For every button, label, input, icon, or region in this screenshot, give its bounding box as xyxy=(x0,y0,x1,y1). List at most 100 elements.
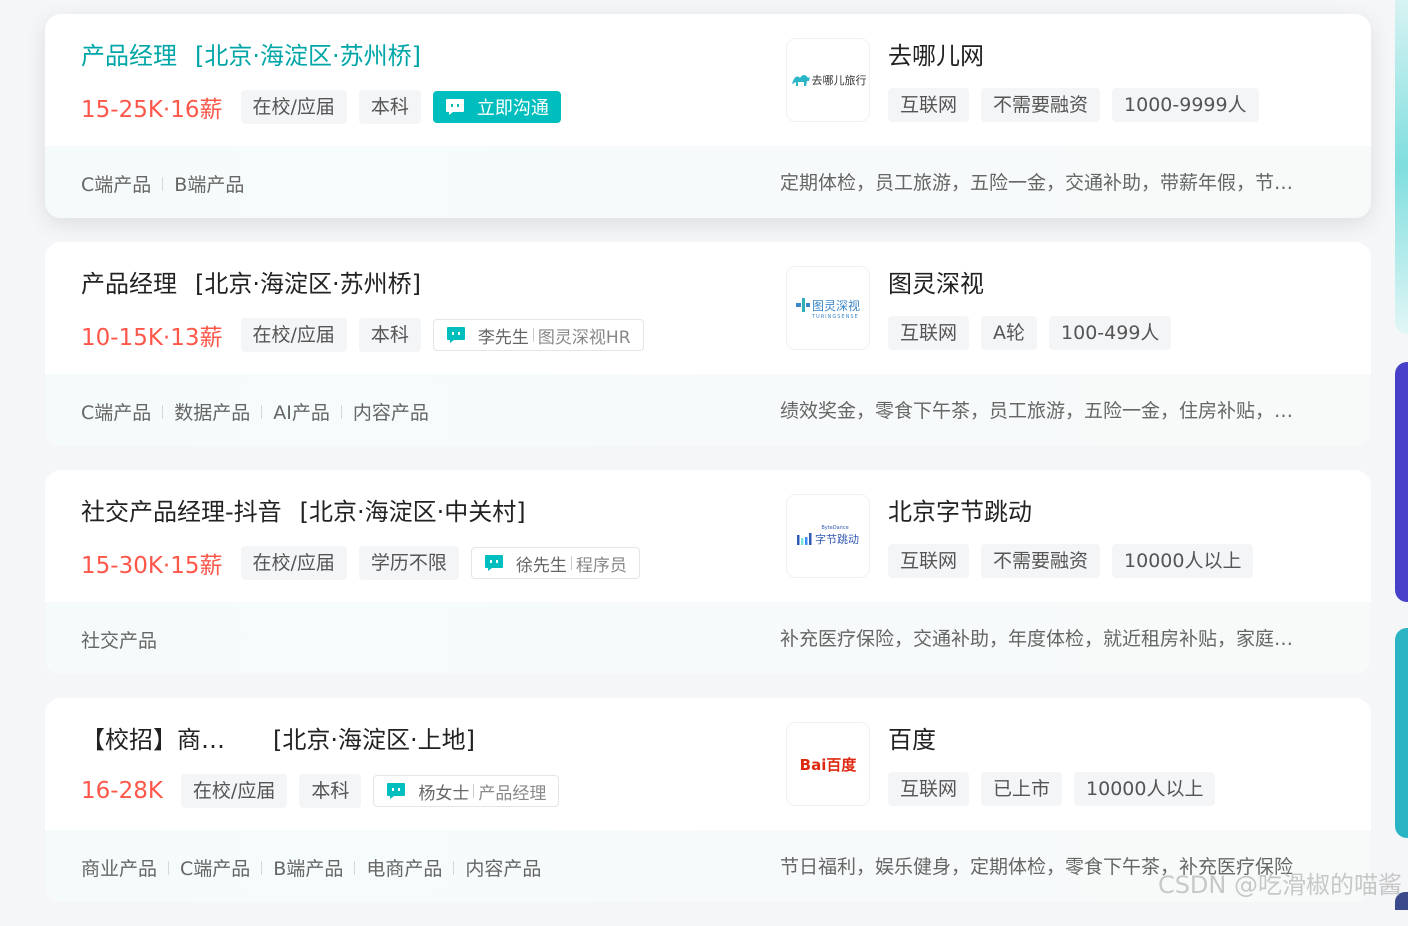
company-tags: 互联网 不需要融资 10000人以上 xyxy=(888,544,1265,578)
company-logo[interactable]: 图灵深视 TURINGSENSE xyxy=(786,266,870,350)
job-title[interactable]: 社交产品经理-抖音 xyxy=(81,498,282,526)
divider xyxy=(168,860,170,875)
skill-list: C端产品 B端产品 xyxy=(81,170,244,197)
job-title-row[interactable]: 产品经理 [北京·海淀区·苏州桥] xyxy=(81,268,421,300)
divider xyxy=(354,860,356,875)
chat-icon xyxy=(386,782,406,800)
skill-tag: AI产品 xyxy=(273,402,330,424)
chat-icon xyxy=(484,554,504,572)
recruiter-info[interactable]: 李先生 图灵深视HR xyxy=(432,319,644,351)
company-name[interactable]: 去哪儿网 xyxy=(888,40,984,72)
chat-icon xyxy=(446,326,466,344)
company-tags: 互联网 A轮 100-499人 xyxy=(888,316,1183,350)
company-tag: 互联网 xyxy=(888,316,970,350)
job-card-footer: 社交产品 补充医疗保险，交通补助，年度体检，就近租房补贴，家庭关怀 xyxy=(45,602,1371,674)
job-info-row: 16-28K 在校/应届 本科 杨女士 产品经理 xyxy=(81,774,560,808)
job-tag: 本科 xyxy=(299,774,362,808)
recruiter-info[interactable]: 徐先生 程序员 xyxy=(470,547,640,579)
company-tag: 1000-9999人 xyxy=(1112,88,1259,122)
company-logo[interactable]: ByteDance 字节跳动 xyxy=(786,494,870,578)
company-logo[interactable]: Bai百度 xyxy=(786,722,870,806)
job-tag: 本科 xyxy=(358,318,421,352)
company-name[interactable]: 图灵深视 xyxy=(888,268,984,300)
skill-tag: B端产品 xyxy=(174,174,245,196)
welfare-text: 补充医疗保险，交通补助，年度体检，就近租房补贴，家庭关怀 xyxy=(780,628,1310,650)
divider xyxy=(453,860,455,875)
divider xyxy=(570,556,572,570)
job-card-top: 产品经理 [北京·海淀区·苏州桥] 10-15K·13薪 在校/应届 本科 李先生… xyxy=(45,242,1371,374)
job-area: [北京·海淀区·上地] xyxy=(273,726,475,754)
job-card-top: 产品经理 [北京·海淀区·苏州桥] 15-25K·16薪 在校/应届 本科 立即沟… xyxy=(45,14,1371,146)
recruiter-name: 李先生 xyxy=(477,327,529,348)
skill-tag: B端产品 xyxy=(273,858,344,880)
welfare-text: 定期体检，员工旅游，五险一金，交通补助，带薪年假，节日福利 xyxy=(780,172,1310,194)
company-tags: 互联网 不需要融资 1000-9999人 xyxy=(888,88,1271,122)
job-info-row: 15-25K·16薪 在校/应届 本科 立即沟通 xyxy=(81,90,561,124)
company-name[interactable]: 百度 xyxy=(888,724,936,756)
job-list: 产品经理 [北京·海淀区·苏州桥] 15-25K·16薪 在校/应届 本科 立即沟… xyxy=(45,14,1371,926)
job-title[interactable]: 产品经理 xyxy=(81,42,177,70)
salary: 10-15K·13薪 xyxy=(81,325,223,351)
divider xyxy=(340,404,342,419)
turing-logo: 图灵深视 TURINGSENSE xyxy=(795,297,860,320)
salary: 16-28K xyxy=(81,778,163,804)
company-tags: 互联网 已上市 10000人以上 xyxy=(888,772,1227,806)
job-card-top: 【校招】商业产品经理 [北京·海淀区·上地] 16-28K 在校/应届 本科 杨女… xyxy=(45,698,1371,830)
skill-tag: 商业产品 xyxy=(81,858,158,880)
watermark: CSDN @吃滑椒的喵酱 xyxy=(1157,871,1402,899)
job-info-row: 15-30K·15薪 在校/应届 学历不限 徐先生 程序员 xyxy=(81,546,640,580)
skill-tag: C端产品 xyxy=(81,402,152,424)
chat-icon xyxy=(445,98,465,116)
qunar-logo: 去哪儿旅行 xyxy=(790,72,867,88)
job-card-footer: C端产品 数据产品 AI产品 内容产品 绩效奖金，零食下午茶，员工旅游，五险一金，住房… xyxy=(45,374,1371,446)
job-title[interactable]: 【校招】商业产品经理 xyxy=(81,724,239,756)
skill-tag: 社交产品 xyxy=(81,630,158,652)
recruiter-title: 产品经理 xyxy=(478,783,547,804)
company-tag: 互联网 xyxy=(888,88,970,122)
company-name[interactable]: 北京字节跳动 xyxy=(888,496,1032,528)
company-tag: A轮 xyxy=(981,316,1038,350)
job-title[interactable]: 产品经理 xyxy=(81,270,177,298)
company-tag: 100-499人 xyxy=(1049,316,1172,350)
recruiter-title: 图灵深视HR xyxy=(537,327,631,348)
baidu-logo: Bai百度 xyxy=(799,755,857,774)
side-banner[interactable] xyxy=(1395,628,1408,838)
side-banner[interactable] xyxy=(1395,362,1408,602)
job-area: [北京·海淀区·中关村] xyxy=(299,498,526,526)
job-area: [北京·海淀区·苏州桥] xyxy=(195,270,421,298)
bytedance-logo: ByteDance 字节跳动 xyxy=(797,525,859,547)
welfare-text: 绩效奖金，零食下午茶，员工旅游，五险一金，住房补贴，定期体检 xyxy=(780,400,1310,422)
job-tag: 在校/应届 xyxy=(240,90,347,124)
job-card-top: 社交产品经理-抖音 [北京·海淀区·中关村] 15-30K·15薪 在校/应届 学… xyxy=(45,470,1371,602)
company-tag: 已上市 xyxy=(981,772,1063,806)
job-card[interactable]: 社交产品经理-抖音 [北京·海淀区·中关村] 15-30K·15薪 在校/应届 学… xyxy=(45,470,1371,674)
company-logo[interactable]: 去哪儿旅行 xyxy=(786,38,870,122)
divider xyxy=(532,328,534,342)
job-card[interactable]: 产品经理 [北京·海淀区·苏州桥] 10-15K·13薪 在校/应届 本科 李先生… xyxy=(45,242,1371,446)
company-tag: 不需要融资 xyxy=(981,88,1101,122)
job-title-row[interactable]: 产品经理 [北京·海淀区·苏州桥] xyxy=(81,40,421,72)
skill-tag: 数据产品 xyxy=(174,402,251,424)
recruiter-info[interactable]: 杨女士 产品经理 xyxy=(373,775,560,807)
company-tag: 不需要融资 xyxy=(981,544,1101,578)
job-tag: 在校/应届 xyxy=(240,546,347,580)
company-tag: 互联网 xyxy=(888,544,970,578)
chat-now-button[interactable]: 立即沟通 xyxy=(432,91,561,123)
job-card[interactable]: 产品经理 [北京·海淀区·苏州桥] 15-25K·16薪 在校/应届 本科 立即沟… xyxy=(45,14,1371,218)
job-title-row[interactable]: 社交产品经理-抖音 [北京·海淀区·中关村] xyxy=(81,496,526,528)
job-tag: 在校/应届 xyxy=(180,774,288,808)
job-title-row[interactable]: 【校招】商业产品经理 [北京·海淀区·上地] xyxy=(81,724,475,756)
skill-tag: C端产品 xyxy=(81,174,152,196)
divider xyxy=(473,784,475,798)
company-tag: 10000人以上 xyxy=(1074,772,1216,806)
recruiter-name: 徐先生 xyxy=(515,555,567,576)
skill-list: 商业产品 C端产品 B端产品 电商产品 内容产品 xyxy=(81,854,541,881)
chat-now-label: 立即沟通 xyxy=(476,98,549,119)
skill-list: C端产品 数据产品 AI产品 内容产品 xyxy=(81,398,429,425)
side-banner[interactable] xyxy=(1395,0,1408,334)
job-tag: 本科 xyxy=(358,90,421,124)
salary: 15-25K·16薪 xyxy=(81,97,223,123)
recruiter-name: 杨女士 xyxy=(418,783,470,804)
divider xyxy=(162,404,164,419)
job-tag: 在校/应届 xyxy=(240,318,347,352)
